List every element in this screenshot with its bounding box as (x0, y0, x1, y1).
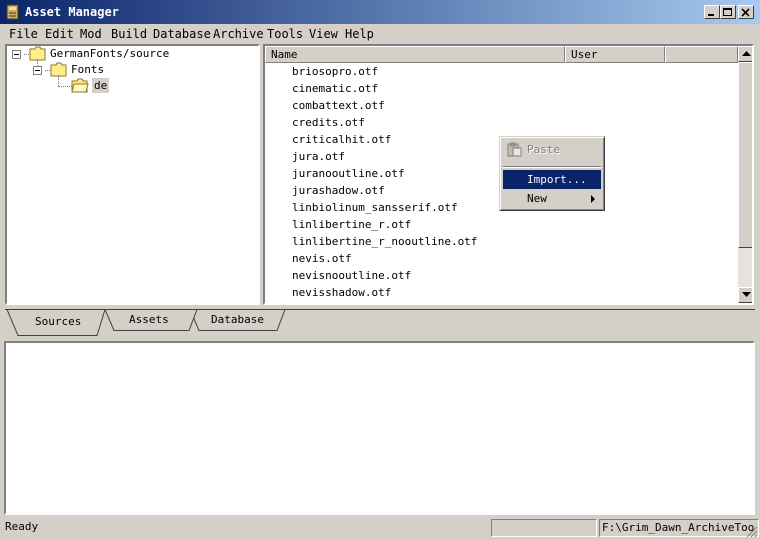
list-item[interactable]: linbiolinum_sansserif.otf (292, 199, 458, 216)
folder-icon (29, 46, 46, 61)
list-item[interactable]: nevisshadow.otf (292, 284, 391, 301)
column-header-filler (665, 46, 738, 63)
list-item[interactable]: cinematic.otf (292, 80, 378, 97)
maximize-button[interactable] (720, 5, 736, 19)
menu-mod[interactable]: Mod (80, 27, 102, 41)
source-tree[interactable]: GermanFonts/source Fonts de (5, 44, 260, 305)
tree-label-de: de (92, 78, 110, 93)
menu-item-new[interactable]: New (503, 189, 601, 208)
column-header-name[interactable]: Name (265, 46, 565, 63)
app-icon (6, 4, 19, 20)
status-pane-empty (491, 519, 597, 537)
folder-icon (50, 62, 67, 77)
menu-database[interactable]: Database (153, 27, 211, 41)
tree-item-root[interactable]: GermanFonts/source (7, 46, 257, 62)
tree-label-root: GermanFonts/source (50, 47, 170, 60)
open-folder-icon (71, 78, 89, 93)
close-button[interactable] (738, 5, 754, 19)
minimize-button[interactable] (704, 5, 720, 19)
menu-separator (503, 166, 601, 168)
list-item[interactable]: linlibertine_r.otf (292, 216, 411, 233)
window-title: Asset Manager (25, 5, 119, 19)
list-item[interactable]: linlibertine_r_nooutline.otf (292, 233, 477, 250)
tree-label-fonts: Fonts (71, 63, 105, 76)
context-menu: Paste Import... New (499, 136, 605, 211)
arrow-down-icon (742, 292, 751, 297)
list-header: Name User (265, 46, 738, 63)
maximize-icon (723, 8, 732, 16)
tab-shapes (5, 309, 755, 336)
paste-icon (507, 142, 522, 157)
tree-item-de[interactable]: de (7, 78, 257, 94)
close-icon (741, 8, 750, 17)
list-item[interactable]: jura.otf (292, 148, 345, 165)
menu-help[interactable]: Help (345, 27, 374, 41)
menu-view[interactable]: View (309, 27, 338, 41)
list-item[interactable]: briosopro.otf (292, 63, 378, 80)
resize-grip-icon[interactable] (746, 526, 758, 538)
list-item[interactable]: nevisnooutline.otf (292, 267, 411, 284)
column-header-user[interactable]: User (565, 46, 665, 63)
list-item[interactable]: credits.otf (292, 114, 365, 131)
tab-assets[interactable]: Assets (129, 313, 169, 326)
menu-build[interactable]: Build (111, 27, 147, 41)
menu-file[interactable]: File (9, 27, 38, 41)
new-label: New (527, 192, 547, 205)
list-item[interactable]: criticalhit.otf (292, 131, 391, 148)
menu-tools[interactable]: Tools (267, 27, 303, 41)
collapse-icon[interactable] (12, 50, 21, 59)
tab-sources[interactable]: Sources (35, 315, 81, 328)
status-path: F:\Grim_Dawn_ArchiveToo (599, 519, 759, 537)
scroll-up-button[interactable] (738, 46, 752, 62)
list-item[interactable]: combattext.otf (292, 97, 385, 114)
tab-strip: Sources Assets Database (5, 308, 755, 338)
vertical-scrollbar[interactable] (738, 46, 752, 303)
title-bar[interactable]: Asset Manager (0, 0, 760, 24)
minimize-icon (708, 14, 714, 16)
list-item[interactable]: jurashadow.otf (292, 182, 385, 199)
menu-bar: File Edit Mod Build Database Archive Too… (0, 24, 760, 44)
list-item[interactable]: nevis.otf (292, 250, 352, 267)
submenu-arrow-icon (591, 195, 595, 203)
status-text: Ready (5, 520, 39, 533)
tree-item-fonts[interactable]: Fonts (7, 62, 257, 78)
list-item[interactable]: juranooutline.otf (292, 165, 405, 182)
scroll-thumb[interactable] (738, 62, 752, 248)
scroll-down-button[interactable] (738, 287, 752, 303)
import-label: Import... (527, 173, 587, 186)
tab-database[interactable]: Database (211, 313, 264, 326)
menu-item-paste[interactable]: Paste (503, 140, 601, 159)
menu-archive[interactable]: Archive (213, 27, 264, 41)
output-panel[interactable] (4, 341, 755, 515)
status-bar: Ready F:\Grim_Dawn_ArchiveToo (0, 517, 760, 540)
arrow-up-icon (742, 51, 751, 56)
collapse-icon[interactable] (33, 66, 42, 75)
paste-label: Paste (527, 143, 561, 156)
menu-item-import[interactable]: Import... (503, 170, 601, 189)
menu-edit[interactable]: Edit (45, 27, 74, 41)
